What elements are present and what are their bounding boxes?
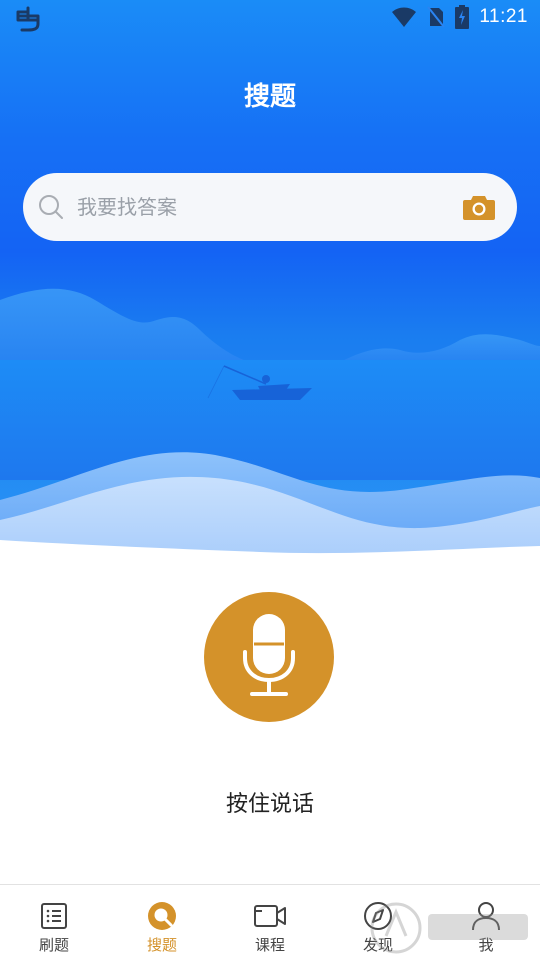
list-icon [41,903,67,929]
hold-to-talk-label: 按住说话 [225,792,314,817]
wifi-icon [392,7,417,27]
status-time: 11:21 [479,6,528,27]
tab-course[interactable]: 课程 [216,885,324,960]
microphone-icon [243,614,295,696]
video-icon [254,905,286,927]
tab-practice[interactable]: 刷题 [0,885,108,960]
watermark-logo [370,902,528,954]
tab-label: 刷题 [38,936,69,954]
camera-icon[interactable] [463,193,495,221]
tab-label: 课程 [254,936,285,954]
app-logo-icon [16,6,40,32]
battery-charging-icon [455,5,470,29]
hold-to-talk-button[interactable] [204,592,334,722]
page-title: 搜题 [243,82,296,112]
tab-label: 搜题 [146,936,177,954]
status-bar: 11:21 [0,0,540,36]
search-icon [39,195,63,219]
no-sim-icon [427,6,446,28]
search-input[interactable] [77,187,447,227]
search-bar[interactable] [23,173,517,241]
search-tab-icon [148,902,176,930]
tab-search[interactable]: 搜题 [108,885,216,960]
